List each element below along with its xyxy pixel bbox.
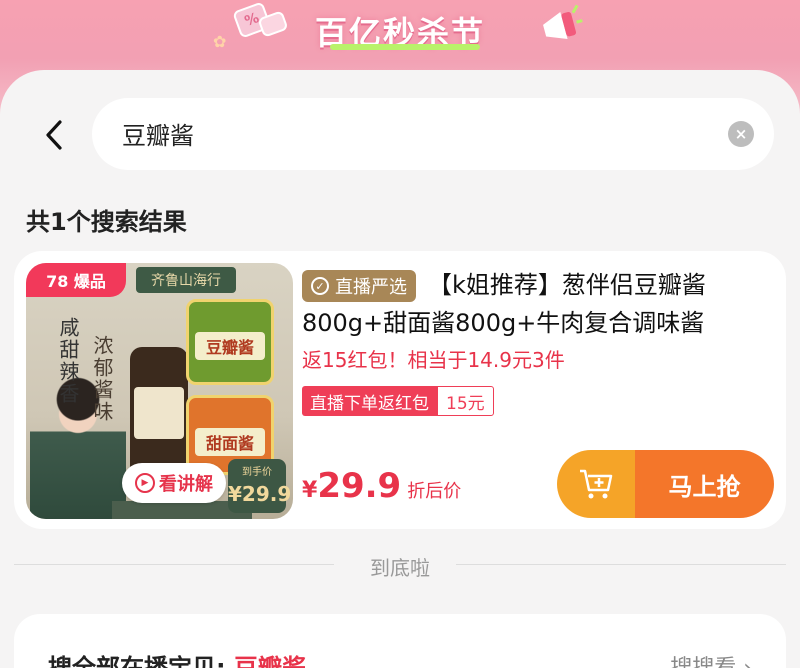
- play-icon: ▶: [135, 473, 155, 493]
- thumb-sign: 齐鲁山海行: [136, 267, 236, 293]
- search-input[interactable]: 豆瓣酱 ×: [92, 98, 774, 170]
- thumb-price: ¥29.9: [228, 482, 292, 506]
- clear-icon[interactable]: ×: [728, 121, 754, 147]
- cart-plus-icon: [580, 469, 613, 499]
- check-circle-icon: ✓: [311, 277, 329, 295]
- search-live-prefix: 搜全部在播宝贝:: [48, 654, 234, 668]
- thumb-price-badge: 到手价 ¥29.9: [228, 459, 292, 513]
- result-count: 共1个搜索结果: [26, 208, 187, 236]
- search-more-link[interactable]: 搜搜看 ›: [670, 650, 752, 668]
- price-value: 29.9: [317, 466, 402, 506]
- promo-text: 返15红包！相当于14.9元3件: [302, 348, 565, 372]
- search-live-title: 搜全部在播宝贝: 豆瓣酱: [48, 648, 306, 668]
- product-image[interactable]: 78 爆品 齐鲁山海行 咸甜辣香 浓郁酱味 豆瓣酱 甜面酱 ▶ 看讲解 到手价 …: [26, 263, 293, 519]
- price: ¥ 29.9 折后价: [302, 466, 461, 506]
- divider-right: [456, 564, 786, 565]
- tag-left: 直播下单返红包: [302, 386, 437, 416]
- add-cart-button[interactable]: [557, 450, 635, 518]
- end-of-list: 到底啦: [370, 556, 430, 580]
- buy-now-button[interactable]: 马上抢: [557, 450, 774, 518]
- price-symbol: ¥: [302, 478, 318, 503]
- price-label: 折后价: [407, 481, 462, 502]
- thumb-slogan-2: 浓郁酱味: [90, 335, 114, 423]
- banner-underline: [330, 44, 480, 50]
- thumb-price-caption: 到手价: [242, 467, 272, 478]
- red-packet-tag: 直播下单返红包 15元: [302, 386, 494, 416]
- back-arrow-icon[interactable]: [40, 118, 70, 152]
- grab-button-label[interactable]: 马上抢: [635, 450, 774, 518]
- search-live-keyword: 豆瓣酱: [233, 654, 306, 668]
- live-badge-label: 直播严选: [335, 277, 407, 298]
- search-query: 豆瓣酱: [122, 122, 194, 150]
- search-live-card[interactable]: 搜全部在播宝贝: 豆瓣酱 搜搜看 ›: [14, 614, 786, 668]
- thumb-slogan-1: 咸甜辣香: [56, 317, 80, 405]
- tag-right: 15元: [437, 386, 494, 416]
- live-select-badge: ✓ 直播严选: [302, 270, 416, 302]
- jar-label-2: 甜面酱: [195, 428, 265, 456]
- jar-doubanjiang: 豆瓣酱: [186, 299, 274, 385]
- watch-explain-button[interactable]: ▶ 看讲解: [122, 463, 226, 503]
- watch-label: 看讲解: [159, 474, 213, 495]
- hot-tag: 78 爆品: [26, 263, 126, 297]
- jar-label-1: 豆瓣酱: [195, 332, 265, 360]
